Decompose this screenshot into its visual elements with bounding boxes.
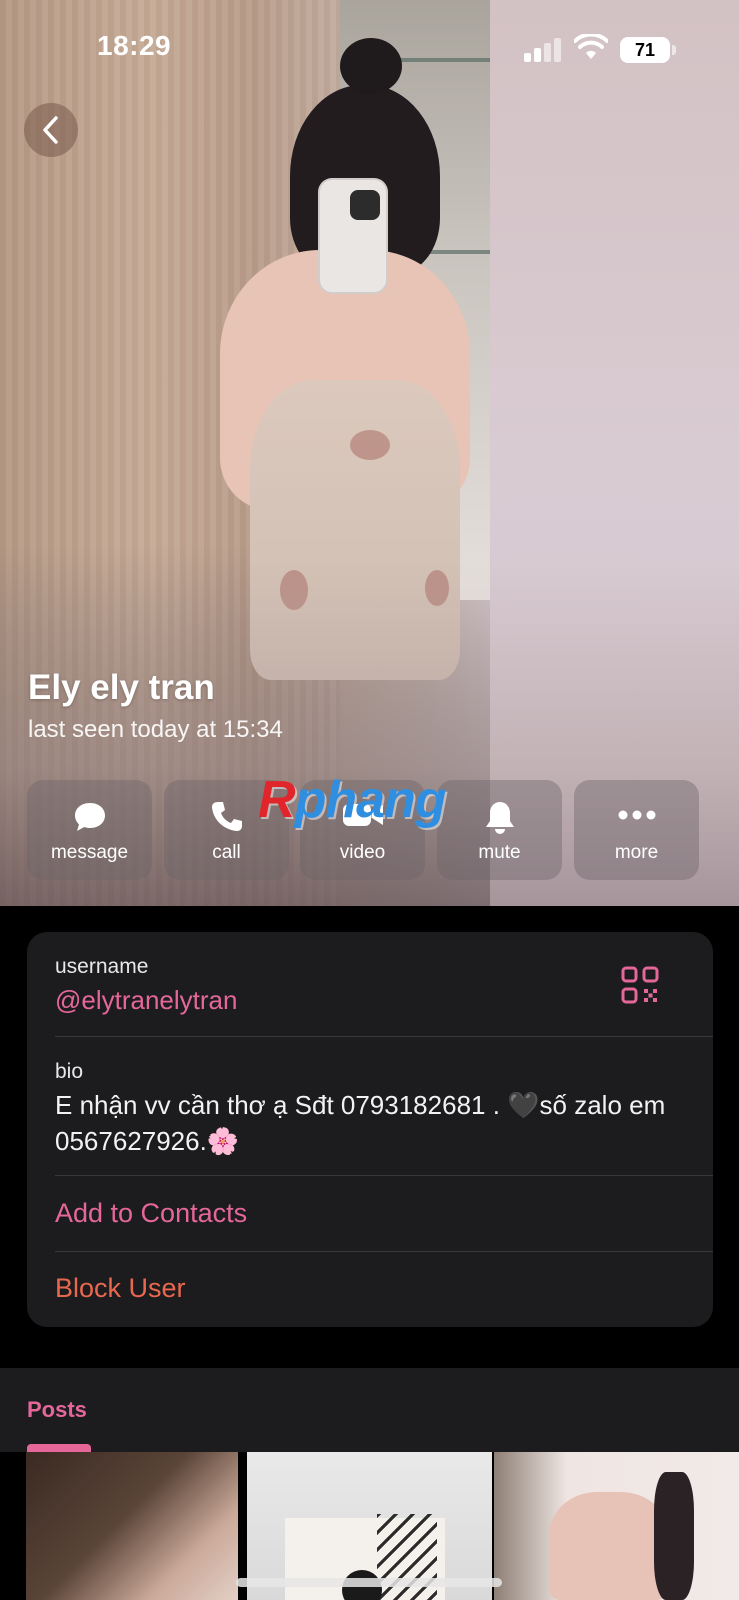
divider [55, 1251, 713, 1252]
add-to-contacts-button[interactable]: Add to Contacts [55, 1198, 247, 1229]
qr-code-icon[interactable] [620, 965, 660, 1005]
battery-indicator: 71 [620, 37, 670, 63]
username-value[interactable]: @elytranelytran [55, 985, 237, 1016]
ellipsis-icon [618, 810, 655, 820]
home-indicator [236, 1578, 502, 1587]
username-label: username [55, 955, 149, 978]
watermark-logo: Rphang [258, 771, 447, 829]
block-user-button[interactable]: Block User [55, 1273, 186, 1304]
bio-label: bio [55, 1060, 84, 1083]
wifi-icon [574, 34, 608, 59]
tab-posts-indicator [27, 1444, 91, 1452]
divider [55, 1036, 713, 1037]
cellular-signal-icon [524, 38, 562, 62]
post-thumbnail[interactable] [26, 1452, 238, 1600]
chat-bubble-icon [74, 803, 105, 831]
more-label: more [614, 842, 659, 863]
call-label: call [212, 842, 241, 863]
phone-icon [211, 802, 242, 831]
phone-in-photo [320, 180, 386, 292]
divider [55, 1175, 713, 1176]
post-thumbnail[interactable] [494, 1452, 739, 1600]
bio-text: E nhận vv cần thơ ạ Sđt 0793182681 . 🖤số… [55, 1090, 666, 1156]
last-seen-status: last seen today at 15:34 [28, 716, 283, 743]
mute-button[interactable]: mute [437, 780, 562, 880]
message-button[interactable]: message [27, 780, 152, 880]
posts-tab-bar [0, 1368, 739, 1452]
more-button[interactable]: more [574, 780, 699, 880]
bell-icon [485, 802, 514, 834]
profile-name: Ely ely tran [28, 668, 215, 707]
back-button[interactable] [24, 103, 78, 157]
video-label: video [339, 842, 386, 863]
mute-label: mute [478, 842, 521, 863]
tab-posts[interactable]: Posts [27, 1397, 87, 1423]
message-label: message [50, 842, 129, 863]
chevron-left-icon [43, 116, 58, 144]
status-time: 18:29 [97, 30, 172, 61]
battery-tip [672, 45, 676, 55]
